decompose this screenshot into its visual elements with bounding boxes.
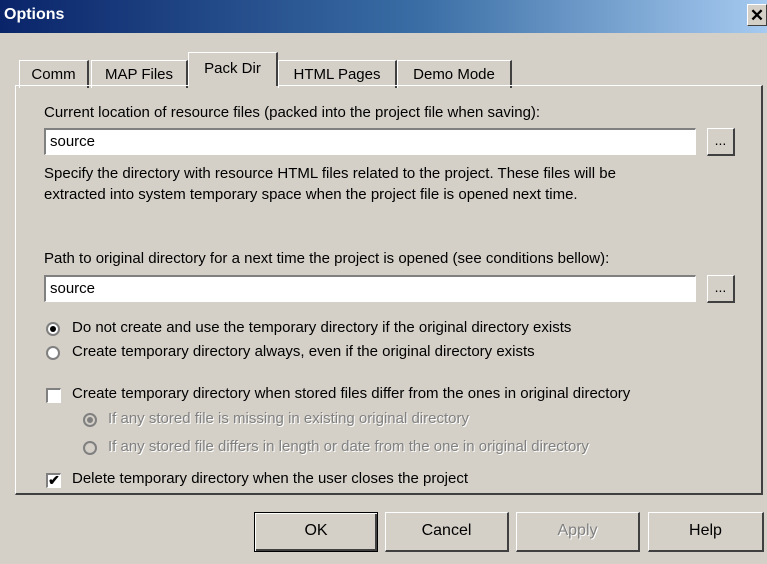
ok-button[interactable]: OK — [254, 512, 378, 552]
checkbox-delete-temp-label[interactable]: Delete temporary directory when the user… — [72, 470, 468, 487]
close-button[interactable]: ✕ — [747, 4, 767, 26]
checkbox-delete-temp[interactable]: ✔ — [46, 473, 61, 488]
original-path-label: Path to original directory for a next ti… — [44, 250, 610, 267]
description-line-1: Specify the directory with resource HTML… — [44, 165, 616, 182]
apply-button: Apply — [516, 512, 640, 552]
browse-current-location-button[interactable]: ... — [707, 128, 735, 156]
radio-do-not-create-label[interactable]: Do not create and use the temporary dire… — [72, 319, 571, 336]
browse-original-path-button[interactable]: ... — [707, 275, 735, 303]
radio-missing-file — [83, 413, 97, 427]
radio-file-differs — [83, 441, 97, 455]
radio-create-always-label[interactable]: Create temporary directory always, even … — [72, 343, 535, 360]
checkbox-create-when-differ[interactable] — [46, 388, 61, 403]
radio-missing-file-label: If any stored file is missing in existin… — [108, 410, 469, 427]
tab-pack-dir[interactable]: Pack Dir — [188, 52, 278, 86]
current-location-field[interactable]: source — [44, 128, 696, 155]
tab-comm[interactable]: Comm — [19, 60, 89, 88]
current-location-label: Current location of resource files (pack… — [44, 104, 541, 121]
radio-do-not-create[interactable] — [46, 322, 60, 336]
help-button[interactable]: Help — [648, 512, 764, 552]
original-path-field[interactable]: source — [44, 275, 696, 302]
cancel-button[interactable]: Cancel — [385, 512, 509, 552]
checkbox-create-when-differ-label[interactable]: Create temporary directory when stored f… — [72, 385, 630, 402]
radio-create-always[interactable] — [46, 346, 60, 360]
title-bar: Options ✕ — [0, 0, 767, 33]
description-line-2: extracted into system temporary space wh… — [44, 186, 578, 203]
radio-file-differs-label: If any stored file differs in length or … — [108, 438, 589, 455]
tab-map-files[interactable]: MAP Files — [91, 60, 188, 88]
window-title: Options — [4, 6, 65, 23]
tab-html-pages[interactable]: HTML Pages — [278, 60, 397, 88]
tab-demo-mode[interactable]: Demo Mode — [397, 60, 512, 88]
